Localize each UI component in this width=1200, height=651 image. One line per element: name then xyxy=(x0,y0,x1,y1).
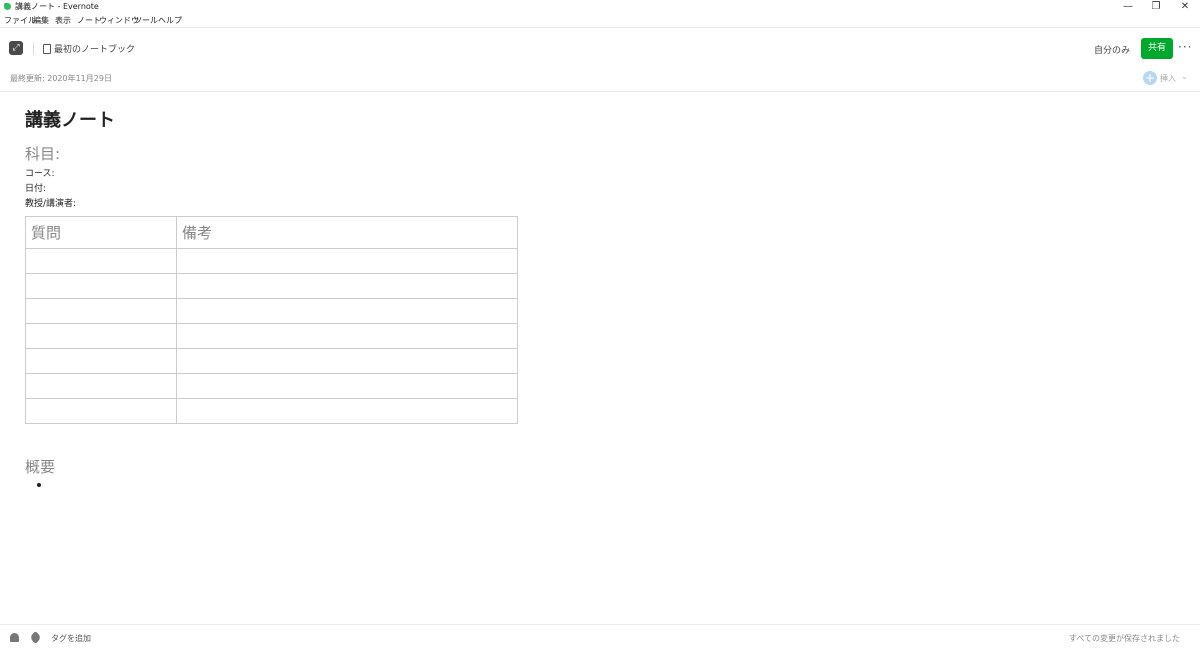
note-meta-row: 最終更新: 2020年11月29日 + 挿入 ⌄ xyxy=(0,67,1200,92)
menu-edit[interactable]: 編集 xyxy=(33,15,49,26)
table-cell[interactable] xyxy=(176,348,518,374)
subject-heading[interactable]: 科目: xyxy=(25,143,60,164)
table-header-row: 質問 備考 xyxy=(25,216,518,249)
minimize-button[interactable]: — xyxy=(1113,0,1143,14)
table-cell[interactable] xyxy=(25,248,177,274)
table-row xyxy=(25,398,518,424)
last-updated-text: 最終更新: 2020年11月29日 xyxy=(10,74,112,83)
evernote-logo-icon xyxy=(4,3,11,10)
table-row xyxy=(25,323,518,349)
table-row xyxy=(25,348,518,374)
table-cell[interactable] xyxy=(176,248,518,274)
insert-plus-icon[interactable]: + xyxy=(1143,71,1157,85)
table-header-questions[interactable]: 質問 xyxy=(25,216,177,249)
table-cell[interactable] xyxy=(25,273,177,299)
restore-button[interactable]: ❐ xyxy=(1141,0,1171,14)
table-row xyxy=(25,248,518,274)
table-cell[interactable] xyxy=(176,398,518,424)
table-cell[interactable] xyxy=(176,373,518,399)
reminder-bell-icon[interactable] xyxy=(10,633,19,642)
bullet-point[interactable] xyxy=(37,483,41,487)
note-title[interactable]: 講義ノート xyxy=(25,106,115,132)
menu-file[interactable]: ファイル xyxy=(4,15,36,26)
menu-help[interactable]: ヘルプ xyxy=(158,15,182,26)
share-scope-label[interactable]: 自分のみ xyxy=(1094,43,1130,56)
more-options-icon[interactable]: ··· xyxy=(1178,40,1192,54)
note-footer: タグを追加 すべての変更が保存されました xyxy=(0,624,1200,651)
table-cell[interactable] xyxy=(176,273,518,299)
table-cell[interactable] xyxy=(25,298,177,324)
menu-note[interactable]: ノート xyxy=(77,15,101,26)
chevron-down-icon[interactable]: ⌄ xyxy=(1181,72,1188,81)
professor-field[interactable]: 教授/講演者: xyxy=(25,196,76,209)
notebook-icon xyxy=(43,44,51,54)
date-field[interactable]: 日付: xyxy=(25,181,46,194)
table-cell[interactable] xyxy=(25,323,177,349)
questions-table: 質問 備考 xyxy=(25,216,518,424)
menu-window[interactable]: ウィンドウ xyxy=(99,15,139,26)
note-toolbar: ⤢ 最初のノートブック 自分のみ 共有 ··· xyxy=(0,27,1200,68)
insert-button[interactable]: 挿入 xyxy=(1160,73,1176,84)
menu-bar: ファイル 編集 表示 ノート ウィンドウ ツール ヘルプ xyxy=(0,14,1200,27)
table-header-notes[interactable]: 備考 xyxy=(176,216,518,249)
expand-icon[interactable]: ⤢ xyxy=(9,41,23,55)
menu-view[interactable]: 表示 xyxy=(55,15,71,26)
notebook-selector[interactable]: 最初のノートブック xyxy=(54,42,135,55)
menu-tools[interactable]: ツール xyxy=(134,15,158,26)
share-button[interactable]: 共有 xyxy=(1141,38,1173,59)
saved-status-text: すべての変更が保存されました xyxy=(1068,634,1180,643)
table-row xyxy=(25,273,518,299)
table-cell[interactable] xyxy=(25,398,177,424)
table-cell[interactable] xyxy=(176,323,518,349)
add-tag-button[interactable]: タグを追加 xyxy=(51,633,91,644)
tag-icon[interactable] xyxy=(29,631,42,644)
toolbar-divider xyxy=(33,42,34,55)
course-field[interactable]: コース: xyxy=(25,166,55,179)
table-cell[interactable] xyxy=(176,298,518,324)
table-cell[interactable] xyxy=(25,373,177,399)
close-button[interactable]: ✕ xyxy=(1170,0,1200,14)
table-row xyxy=(25,298,518,324)
table-row xyxy=(25,373,518,399)
table-cell[interactable] xyxy=(25,348,177,374)
window-title: 講義ノート - Evernote xyxy=(15,2,99,11)
summary-heading[interactable]: 概要 xyxy=(25,456,55,477)
title-bar: 講義ノート - Evernote — ❐ ✕ xyxy=(0,0,1200,14)
